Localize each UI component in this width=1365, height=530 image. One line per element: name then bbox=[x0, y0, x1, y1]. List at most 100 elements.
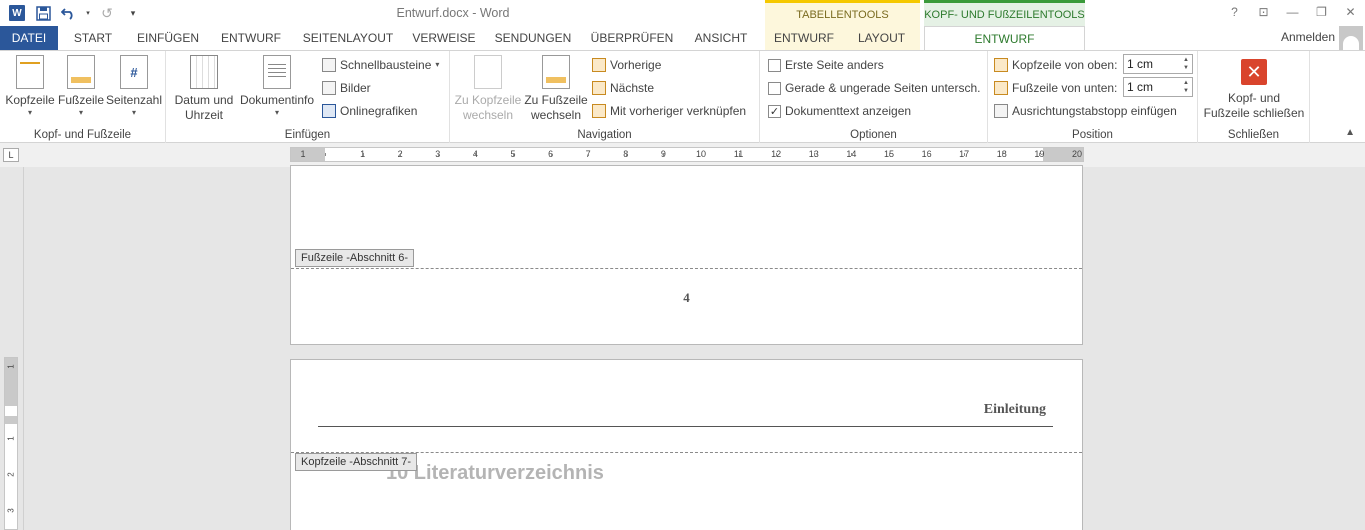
erste-seite-anders-checkbox[interactable]: Erste Seite anders bbox=[768, 55, 884, 75]
zu-fusszeile-wechseln-button[interactable]: Zu Fußzeile wechseln bbox=[524, 55, 588, 123]
chevron-down-icon: ▾ bbox=[78, 108, 83, 117]
gerade-ungerade-checkbox-box[interactable] bbox=[768, 81, 781, 95]
page-header-section-7[interactable]: Einleitung 10 Literaturverzeichnis Kopfz… bbox=[290, 359, 1083, 530]
group-schliessen: ✕ Kopf- und Fußzeile schließen Schließen bbox=[1198, 51, 1310, 143]
go-to-header-icon bbox=[474, 55, 502, 89]
ribbon-display-options-icon[interactable]: ⊡ bbox=[1249, 0, 1278, 24]
vorherige-button[interactable]: Vorherige bbox=[592, 55, 661, 75]
ruler-tick bbox=[663, 153, 665, 156]
tab-verweise[interactable]: VERWEISE bbox=[408, 26, 480, 50]
ruler-number: 1 bbox=[300, 149, 306, 159]
ruler-tick bbox=[475, 153, 477, 156]
zu-kopfzeile-wechseln-button[interactable]: Zu Kopfzeile wechseln bbox=[454, 55, 522, 123]
dokumenttext-anzeigen-checkbox[interactable]: ✓ Dokumenttext anzeigen bbox=[768, 101, 911, 121]
mit-vorheriger-verknuepfen-button[interactable]: Mit vorheriger verknüpfen bbox=[592, 101, 746, 121]
bilder-label: Bilder bbox=[340, 81, 371, 95]
tab-table-layout[interactable]: LAYOUT bbox=[843, 26, 920, 50]
kopfzeile-button[interactable]: Kopfzeile ▾ bbox=[5, 55, 55, 118]
tab-entwurf[interactable]: ENTWURF bbox=[214, 26, 288, 50]
left-gutter-line bbox=[23, 167, 24, 530]
schnellbausteine-button[interactable]: Schnellbausteine ▾ bbox=[322, 55, 439, 75]
kopfzeile-von-oben-label-row: Kopfzeile von oben: bbox=[994, 55, 1117, 75]
document-info-icon bbox=[263, 55, 291, 89]
tab-stop-selector[interactable]: L bbox=[3, 148, 19, 162]
onlinegrafiken-button[interactable]: Onlinegrafiken bbox=[322, 101, 417, 121]
ruler-tick bbox=[625, 153, 627, 156]
group-navigation: Zu Kopfzeile wechseln Zu Fußzeile wechse… bbox=[450, 51, 760, 143]
naechste-button[interactable]: Nächste bbox=[592, 78, 654, 98]
seitenzahl-button[interactable]: # Seitenzahl ▾ bbox=[106, 55, 162, 118]
tab-datei[interactable]: DATEI bbox=[0, 26, 58, 50]
group-position: Kopfzeile von oben: 1 cm ▲ ▼ Fußzeile von… bbox=[988, 51, 1198, 143]
bilder-button[interactable]: Bilder bbox=[322, 78, 371, 98]
kopf-von-oben-label: Kopfzeile von oben: bbox=[1012, 58, 1118, 72]
ruler-tick bbox=[738, 153, 740, 156]
group-label-kopf: Kopf- und Fußzeile bbox=[33, 129, 132, 141]
ruler-tick bbox=[437, 153, 439, 156]
calendar-clock-icon bbox=[190, 55, 218, 89]
chevron-down-icon: ▾ bbox=[274, 108, 279, 117]
ruler-tick bbox=[776, 153, 778, 156]
tab-ueberpruefen[interactable]: ÜBERPRÜFEN bbox=[586, 26, 678, 50]
spinner-arrows-icon[interactable]: ▲ ▼ bbox=[1180, 55, 1192, 73]
footer-page-icon bbox=[67, 55, 95, 89]
context-header-header-footer-tools: KOPF- UND FUßZEILENTOOLS bbox=[924, 0, 1085, 26]
gerade-ungerade-checkbox[interactable]: Gerade & ungerade Seiten untersch. bbox=[768, 78, 980, 98]
footer-boundary-line bbox=[291, 268, 1082, 269]
close-icon: ✕ bbox=[1241, 59, 1267, 85]
datum-uhrzeit-button[interactable]: Datum und Uhrzeit bbox=[172, 55, 236, 123]
help-icon[interactable]: ? bbox=[1220, 0, 1249, 24]
vertical-ruler[interactable]: 1 1 2 3 bbox=[4, 357, 18, 530]
fusszeile-von-unten-spinner[interactable]: 1 cm ▲ ▼ bbox=[1123, 77, 1193, 97]
minimize-icon[interactable]: — bbox=[1278, 0, 1307, 24]
restore-icon[interactable]: ❐ bbox=[1307, 0, 1336, 24]
tab-sendungen[interactable]: SENDUNGEN bbox=[488, 26, 578, 50]
ruler-tick bbox=[813, 153, 815, 156]
ausrichtung-label: Ausrichtungstabstopp einfügen bbox=[1012, 104, 1177, 118]
collapse-ribbon-chevron-up-icon[interactable]: ▲ bbox=[1345, 127, 1355, 138]
horizontal-ruler[interactable]: 11234567891011121314151617181920 bbox=[290, 147, 1084, 162]
tab-header-footer-entwurf[interactable]: ENTWURF bbox=[924, 26, 1085, 51]
window-controls: ? ⊡ — ❐ ✕ bbox=[1220, 0, 1365, 24]
ruler-tick bbox=[851, 153, 853, 156]
ruler-tick bbox=[588, 153, 590, 156]
next-icon bbox=[592, 81, 606, 95]
group-label-einfuegen: Einfügen bbox=[284, 129, 331, 141]
header-position-icon bbox=[994, 58, 1008, 72]
dokumentinfo-button[interactable]: Dokumentinfo ▾ bbox=[238, 55, 316, 118]
tab-table-entwurf[interactable]: ENTWURF bbox=[765, 26, 843, 50]
zu-kopf-label-2: wechseln bbox=[462, 108, 514, 122]
spinner-arrows-icon[interactable]: ▲ ▼ bbox=[1180, 78, 1192, 96]
erste-seite-checkbox-box[interactable] bbox=[768, 58, 781, 72]
previous-icon bbox=[592, 58, 606, 72]
fusszeile-label: Fußzeile bbox=[57, 93, 104, 107]
tab-ansicht[interactable]: ANSICHT bbox=[686, 26, 756, 50]
fusszeile-button[interactable]: Fußzeile ▾ bbox=[57, 55, 105, 118]
vorherige-label: Vorherige bbox=[610, 58, 662, 72]
avatar[interactable] bbox=[1339, 26, 1363, 50]
verknuepfen-label: Mit vorheriger verknüpfen bbox=[610, 104, 747, 118]
vertical-ruler-number: 3 bbox=[6, 508, 16, 513]
page-number[interactable]: 4 bbox=[291, 290, 1082, 306]
ruler-tick bbox=[701, 153, 702, 156]
group-optionen: Erste Seite anders Gerade & ungerade Sei… bbox=[760, 51, 988, 143]
tab-start[interactable]: START bbox=[64, 26, 122, 50]
vertical-ruler-gap bbox=[5, 416, 17, 424]
dokumentinfo-label: Dokumentinfo bbox=[239, 93, 315, 107]
kopf-fusszeile-schliessen-button[interactable]: ✕ Kopf- und Fußzeile schließen bbox=[1202, 55, 1306, 121]
ruler-tick bbox=[926, 153, 928, 156]
dokumenttext-checkbox-box[interactable]: ✓ bbox=[768, 104, 781, 118]
running-head[interactable]: Einleitung bbox=[984, 402, 1046, 418]
fuss-spinner-value: 1 cm bbox=[1127, 80, 1154, 94]
header-section-tag: Kopfzeile -Abschnitt 7- bbox=[295, 453, 418, 471]
page-footer-section-6[interactable]: Fußzeile -Abschnitt 6- 4 bbox=[290, 165, 1083, 345]
tab-einfuegen[interactable]: EINFÜGEN bbox=[130, 26, 206, 50]
close-window-icon[interactable]: ✕ bbox=[1336, 0, 1365, 24]
header-page-icon bbox=[16, 55, 44, 89]
signin-link[interactable]: Anmelden bbox=[1281, 30, 1335, 44]
kopfzeile-von-oben-spinner[interactable]: 1 cm ▲ ▼ bbox=[1123, 54, 1193, 74]
ausrichtungstabstopp-button[interactable]: Ausrichtungstabstopp einfügen bbox=[994, 101, 1177, 121]
tab-seitenlayout[interactable]: SEITENLAYOUT bbox=[296, 26, 400, 50]
chapter-heading[interactable]: 10 Literaturverzeichnis bbox=[386, 462, 604, 485]
ruler-tick bbox=[1039, 153, 1041, 156]
